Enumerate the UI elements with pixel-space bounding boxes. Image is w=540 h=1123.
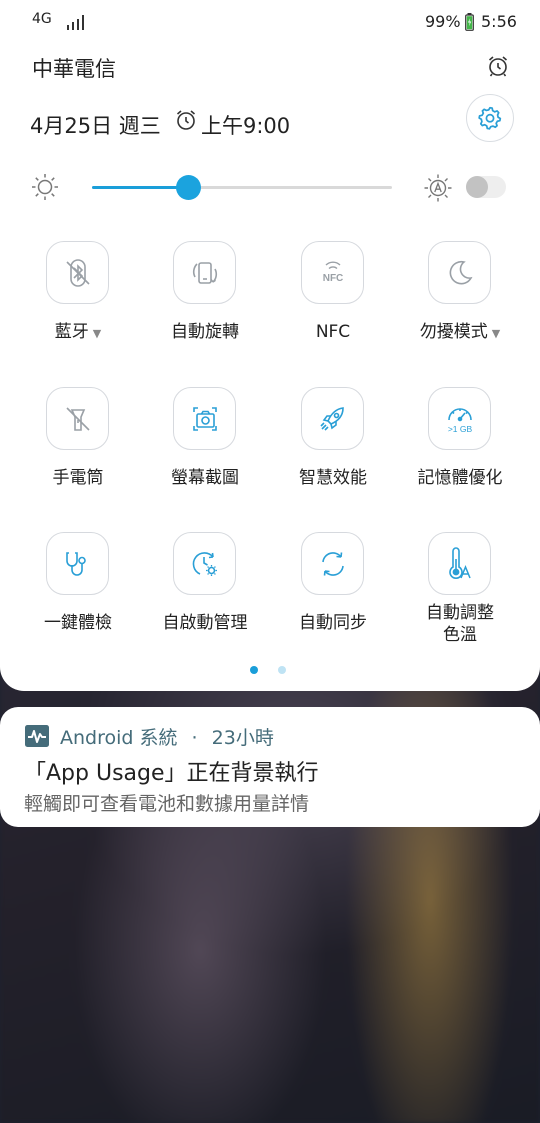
tile-label: 自動旋轉 [171, 322, 239, 342]
dropdown-caret-icon[interactable]: ▼ [93, 327, 101, 340]
thermometer-a-icon [448, 546, 471, 579]
moon-icon [449, 260, 473, 284]
alarm-icon[interactable] [486, 54, 510, 78]
tile-do-not-disturb[interactable]: 勿擾模式 ▼ [396, 241, 524, 371]
one-key-check-button[interactable] [46, 532, 109, 595]
next-alarm-time: 上午9:00 [201, 114, 291, 138]
tile-label: 螢幕截圖 [171, 468, 239, 488]
tile-label: 智慧效能 [299, 468, 367, 488]
bluetooth-off-icon [65, 258, 90, 287]
tile-label: 自動同步 [299, 613, 367, 633]
screenshot-button[interactable] [173, 387, 236, 450]
notification-separator: · [191, 727, 198, 749]
auto-sync-button[interactable] [301, 532, 364, 595]
tile-screenshot[interactable]: 螢幕截圖 [141, 387, 269, 517]
carrier-name: 中華電信 [32, 57, 116, 81]
signal-icon [67, 15, 84, 30]
tile-label: 記憶體優化 [417, 468, 503, 488]
memory-speed-icon: >1 GB [447, 407, 472, 434]
screenshot-icon [192, 406, 217, 431]
brightness-slider-thumb[interactable] [176, 175, 201, 200]
do-not-disturb-button[interactable] [428, 241, 491, 304]
notification-app-name: Android 系統 [60, 727, 178, 749]
tile-auto-sync[interactable]: 自動同步 [269, 532, 397, 662]
notification-text: 輕觸即可查看電池和數據用量詳情 [24, 793, 310, 815]
brightness-slider-fill [92, 186, 188, 189]
clock: 5:56 [481, 12, 517, 31]
memory-icon-text: >1 GB [447, 424, 472, 434]
notification-card[interactable]: Android 系統 · 23小時 「App Usage」正在背景執行 輕觸即可… [0, 707, 540, 827]
dropdown-caret-icon[interactable]: ▼ [492, 327, 500, 340]
page-dot[interactable] [278, 666, 286, 674]
tile-autostart-manager[interactable]: 自啟動管理 [141, 532, 269, 662]
autostart-gear-icon [192, 551, 217, 576]
autostart-manager-button[interactable] [173, 532, 236, 595]
rocket-icon [319, 406, 344, 431]
gear-icon [478, 106, 502, 130]
tile-auto-color-temperature[interactable]: 自動調整 色溫 [396, 532, 524, 662]
brightness-low-icon [32, 174, 58, 200]
settings-button[interactable] [466, 94, 514, 142]
status-bar: 4G 99% 5:56 [0, 0, 540, 44]
notification-header: Android 系統 · 23小時 [60, 723, 274, 750]
tile-one-key-check[interactable]: 一鍵體檢 [14, 532, 142, 662]
tile-smart-performance[interactable]: 智慧效能 [269, 387, 397, 517]
tile-label: 勿擾模式 ▼ [419, 322, 501, 342]
tile-label: 自動調整 色溫 [426, 603, 494, 645]
tile-label: NFC [315, 322, 351, 342]
nfc-icon: NFC [322, 260, 343, 284]
battery-percent: 99% [425, 12, 461, 31]
smart-performance-button[interactable] [301, 387, 364, 450]
tile-label: 自啟動管理 [162, 613, 248, 633]
toggle-knob [466, 176, 488, 198]
tile-label: 藍牙 ▼ [54, 322, 102, 342]
auto-rotate-icon [192, 261, 217, 284]
auto-rotate-button[interactable] [173, 241, 236, 304]
tile-auto-rotate[interactable]: 自動旋轉 [141, 241, 269, 371]
auto-brightness-toggle[interactable] [466, 176, 506, 198]
tile-label: 一鍵體檢 [44, 613, 112, 633]
tile-nfc[interactable]: NFC NFC [269, 241, 397, 371]
network-type: 4G [32, 11, 52, 27]
auto-brightness-icon [424, 174, 452, 202]
tile-flashlight[interactable]: 手電筒 [14, 387, 142, 517]
notification-age: 23小時 [211, 727, 274, 749]
memory-optimize-button[interactable]: >1 GB [428, 387, 491, 450]
nfc-button[interactable]: NFC [301, 241, 364, 304]
quick-settings-panel: 4G 99% 5:56 中華電信 4月25日 週三 上午9:00 藍牙 ▼ 自動… [0, 0, 540, 691]
bluetooth-button[interactable] [46, 241, 109, 304]
flashlight-button[interactable] [46, 387, 109, 450]
sync-icon [321, 551, 344, 576]
auto-color-temperature-button[interactable] [428, 532, 491, 595]
brightness-slider[interactable] [92, 175, 392, 200]
flashlight-off-icon [65, 406, 90, 431]
page-dot-active[interactable] [250, 666, 258, 674]
battery-icon [465, 13, 474, 31]
tile-bluetooth[interactable]: 藍牙 ▼ [14, 241, 142, 371]
tile-label: 手電筒 [52, 468, 104, 488]
stethoscope-icon [65, 551, 86, 576]
android-system-icon [25, 725, 49, 747]
notification-title: 「App Usage」正在背景執行 [24, 761, 319, 786]
tile-memory-optimize[interactable]: >1 GB 記憶體優化 [396, 387, 524, 517]
next-alarm-icon [176, 110, 196, 130]
date-label: 4月25日 週三 [30, 114, 161, 138]
nfc-icon-text: NFC [322, 273, 343, 284]
